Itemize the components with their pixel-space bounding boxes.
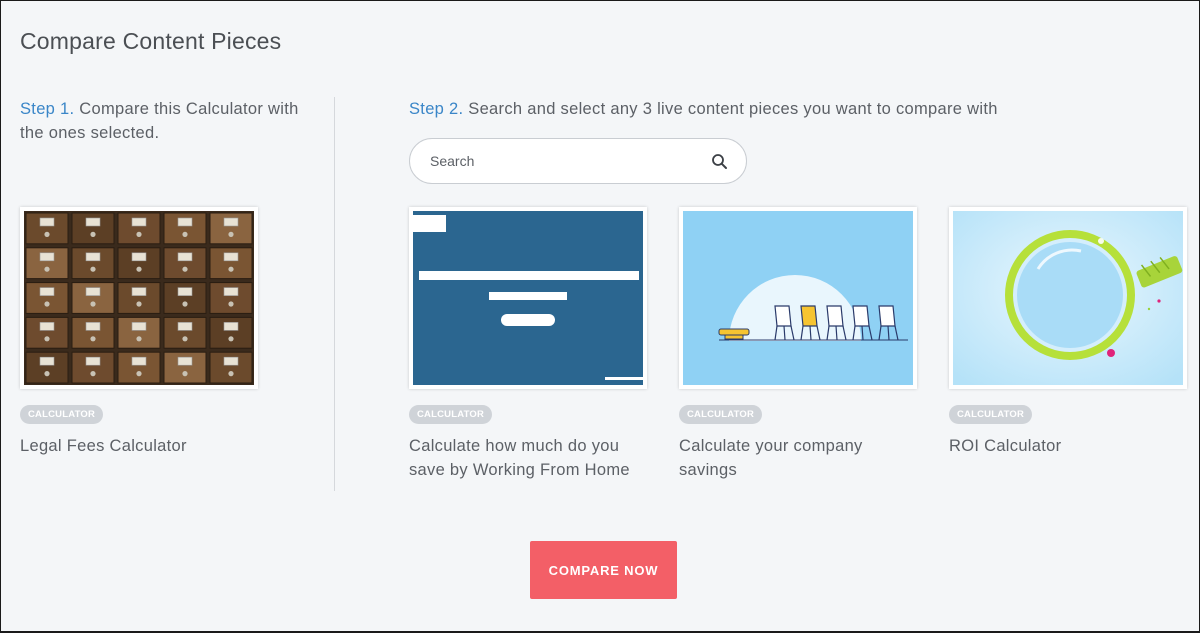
card-catalog-drawers-image [24,211,254,385]
compare-panel: Compare Content Pieces Step 1. Compare t… [1,1,1199,631]
option-thumbnail[interactable] [679,207,917,389]
content-option-card[interactable]: CALCULATOR Calculate your company saving… [679,207,921,482]
option-card-title[interactable]: Calculate how much do you save by Workin… [409,434,651,482]
compare-now-button[interactable]: COMPARE NOW [530,541,677,599]
template-placeholder-image [413,211,643,385]
category-badge: CALCULATOR [409,405,493,424]
category-badge: CALCULATOR [679,405,763,424]
content-option-card[interactable]: CALCULATOR ROI Calculator [949,207,1191,458]
option-thumbnail[interactable] [949,207,1187,389]
magnifying-glass-image [953,211,1183,385]
option-card-title[interactable]: Calculate your company savings [679,434,921,482]
search-icon[interactable] [711,153,728,170]
selected-card-title: Legal Fees Calculator [20,437,187,455]
chairs-row-image [683,211,913,385]
step2-instructions: Step 2. Search and select any 3 live con… [409,97,1189,121]
page-title: Compare Content Pieces [20,28,282,54]
category-badge: CALCULATOR [20,405,104,424]
content-option-card[interactable]: CALCULATOR Calculate how much do you sav… [409,207,651,482]
step2-text: Search and select any 3 live content pie… [463,100,998,118]
step1-instructions: Step 1. Compare this Calculator with the… [20,97,310,145]
selected-thumbnail [20,207,258,389]
option-card-title[interactable]: ROI Calculator [949,434,1191,458]
search-input[interactable] [430,139,690,183]
option-thumbnail[interactable] [409,207,647,389]
step1-label: Step 1. [20,100,75,118]
column-divider [334,97,335,491]
selected-content-card: CALCULATOR Legal Fees Calculator [20,207,262,458]
search-box[interactable] [409,138,747,184]
step2-label: Step 2. [409,100,464,118]
category-badge: CALCULATOR [949,405,1033,424]
